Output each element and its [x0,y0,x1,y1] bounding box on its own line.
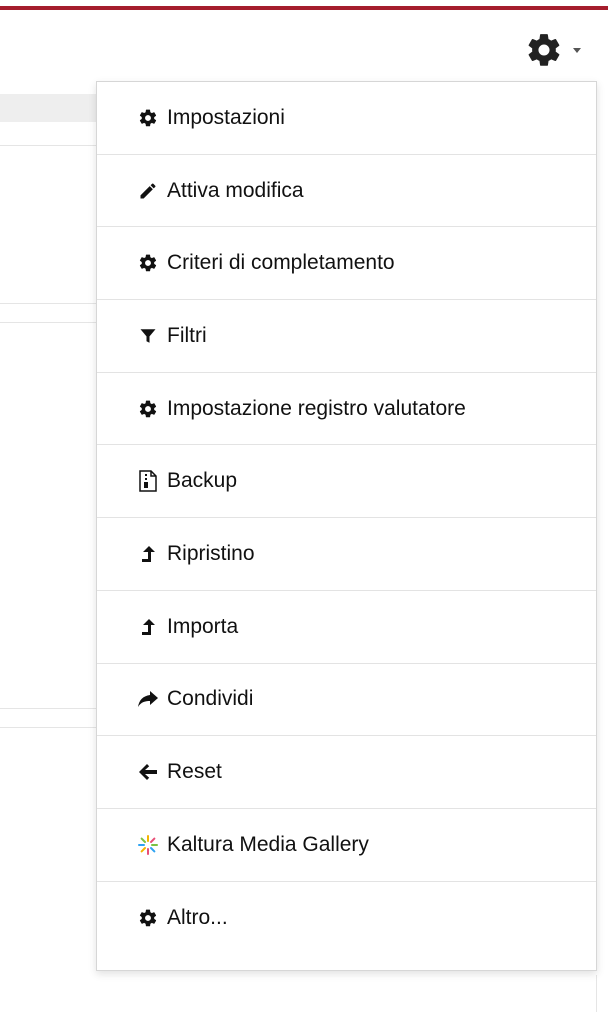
menu-item-ripristino[interactable]: Ripristino [97,518,596,591]
background-divider [0,727,100,728]
gear-icon [137,107,159,129]
menu-item-label: Condividi [167,687,254,711]
menu-item-altro[interactable]: Altro... [97,882,596,955]
upload-arrow-icon [137,616,159,638]
menu-item-condividi[interactable]: Condividi [97,664,596,737]
menu-item-label: Filtri [167,323,207,347]
chevron-down-icon [573,47,581,53]
menu-item-importa[interactable]: Importa [97,591,596,664]
menu-item-label: Backup [167,469,238,493]
gear-icon [137,252,159,274]
menu-item-attiva-modifica[interactable]: Attiva modifica [97,155,596,228]
gear-icon [137,907,159,929]
upload-arrow-icon [137,543,159,565]
background-divider [0,145,100,146]
gear-icon [137,398,159,420]
menu-item-label: Ripristino [167,541,255,565]
gear-icon [525,31,563,69]
kaltura-icon [137,834,159,856]
menu-item-reset[interactable]: Reset [97,736,596,809]
filter-icon [137,325,159,347]
share-icon [137,688,159,710]
menu-item-impostazione-registro-valutatore[interactable]: Impostazione registro valutatore [97,373,596,446]
background-divider [0,708,100,709]
settings-dropdown-menu: Impostazioni Attiva modifica Criteri di … [96,81,597,971]
menu-item-label: Criteri di completamento [167,251,395,275]
header-background [0,0,608,6]
menu-item-label: Impostazioni [167,105,285,129]
background-divider [0,303,100,304]
background-divider [0,322,100,323]
background-table-header [0,94,100,122]
archive-file-icon [137,470,159,493]
menu-item-impostazioni[interactable]: Impostazioni [97,82,596,155]
background-divider [596,975,597,1012]
menu-item-criteri-di-completamento[interactable]: Criteri di completamento [97,227,596,301]
menu-item-label: Kaltura Media Gallery [167,832,369,856]
menu-item-label: Attiva modifica [167,178,304,202]
menu-item-kaltura-media-gallery[interactable]: Kaltura Media Gallery [97,809,596,882]
menu-item-filtri[interactable]: Filtri [97,300,596,373]
menu-item-label: Reset [167,760,222,784]
pencil-icon [137,180,159,202]
menu-item-label: Altro... [167,905,228,929]
menu-item-label: Importa [167,614,239,638]
menu-item-label: Impostazione registro valutatore [167,396,466,420]
menu-item-backup[interactable]: Backup [97,445,596,519]
arrow-left-icon [137,761,159,783]
settings-menu-toggle[interactable] [525,28,603,72]
